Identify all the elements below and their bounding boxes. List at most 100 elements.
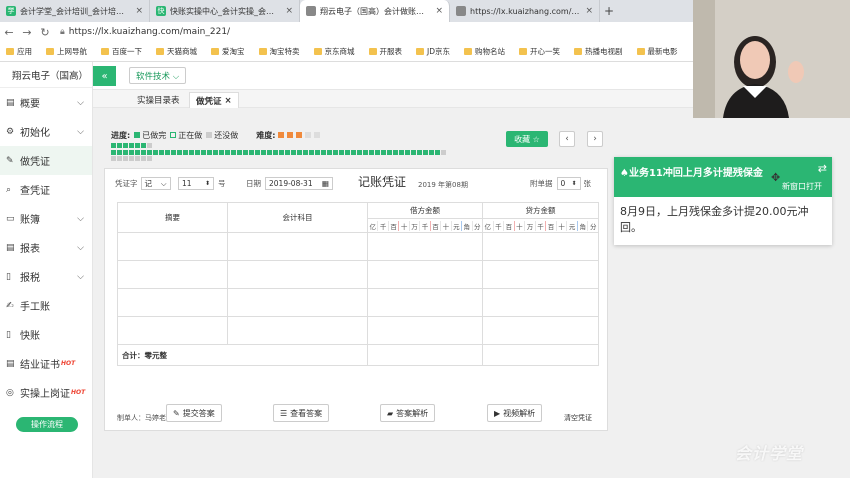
progress-block-done[interactable] [147, 150, 152, 155]
progress-block-done[interactable] [351, 150, 356, 155]
progress-block-done[interactable] [195, 150, 200, 155]
answer-analysis-button[interactable]: ▰ 答案解析 [380, 404, 436, 422]
flow-button[interactable]: 操作流程 [16, 417, 78, 432]
sidebar-item-3[interactable]: ⌕ 查凭证 [0, 175, 92, 204]
bookmark-0[interactable]: 应用 [6, 46, 32, 57]
progress-block-done[interactable] [165, 150, 170, 155]
progress-block-todo[interactable] [141, 156, 146, 161]
tab-catalog[interactable]: 实操目录表 [131, 92, 186, 108]
progress-block-done[interactable] [279, 150, 284, 155]
software-menu[interactable]: 软件技术 ⌵ [129, 67, 187, 84]
sidebar-item-5[interactable]: ▤ 报表 ⌵ [0, 233, 92, 262]
close-tab-icon[interactable]: × [585, 6, 593, 16]
view-answer-button[interactable]: ☰ 查看答案 [273, 404, 330, 422]
progress-block-done[interactable] [357, 150, 362, 155]
progress-block-done[interactable] [309, 150, 314, 155]
debit-cell[interactable] [367, 260, 483, 289]
forward-icon[interactable]: → [18, 26, 36, 39]
account-cell[interactable] [227, 260, 368, 289]
progress-block-done[interactable] [339, 150, 344, 155]
tab-voucher[interactable]: 做凭证 × [189, 92, 239, 108]
browser-tab-1[interactable]: 快快账实操中心_会计实操_会计做账 × [150, 0, 300, 22]
progress-block-done[interactable] [423, 150, 428, 155]
progress-block-done[interactable] [231, 150, 236, 155]
progress-block-done[interactable] [111, 150, 116, 155]
submit-answer-button[interactable]: ✎ 提交答案 [166, 404, 222, 422]
bookmark-7[interactable]: 开服表 [368, 46, 402, 57]
summary-cell[interactable] [117, 288, 228, 317]
progress-block-done[interactable] [153, 150, 158, 155]
progress-block-done[interactable] [243, 150, 248, 155]
progress-block-done[interactable] [345, 150, 350, 155]
progress-block-doing[interactable] [147, 143, 152, 148]
account-cell[interactable] [227, 232, 368, 261]
progress-block-doing[interactable] [117, 156, 122, 161]
progress-block-done[interactable] [303, 150, 308, 155]
progress-block-done[interactable] [387, 150, 392, 155]
progress-block-done[interactable] [315, 150, 320, 155]
progress-block-doing[interactable] [441, 150, 446, 155]
sidebar-item-7[interactable]: ✍ 手工账 [0, 291, 92, 320]
progress-block-done[interactable] [123, 150, 128, 155]
voucher-word-select[interactable]: 记 ⌵ [140, 177, 171, 190]
browser-tab-2[interactable]: 翔云电子（国高）会计做账会计 × [300, 0, 450, 22]
progress-block-done[interactable] [129, 143, 134, 148]
progress-block-done[interactable] [273, 150, 278, 155]
progress-block-done[interactable] [261, 150, 266, 155]
progress-block-todo[interactable] [147, 156, 152, 161]
progress-block-done[interactable] [201, 150, 206, 155]
attachment-count-input[interactable]: 0 ⬍ [556, 177, 581, 190]
bookmark-9[interactable]: 购物名站 [464, 46, 505, 57]
collapse-sidebar-button[interactable]: « [93, 66, 116, 86]
credit-cell[interactable] [482, 316, 599, 345]
progress-block-done[interactable] [111, 143, 116, 148]
swap-icon[interactable]: ⇄ [818, 162, 827, 175]
close-tab-icon[interactable]: × [224, 96, 231, 106]
progress-block-done[interactable] [285, 150, 290, 155]
reload-icon[interactable]: ↻ [36, 26, 54, 39]
sidebar-item-1[interactable]: ⚙ 初始化 ⌵ [0, 117, 92, 146]
progress-block-done[interactable] [327, 150, 332, 155]
back-icon[interactable]: ← [0, 26, 18, 39]
bookmark-10[interactable]: 开心一笑 [519, 46, 560, 57]
progress-block-done[interactable] [129, 150, 134, 155]
progress-block-doing[interactable] [123, 156, 128, 161]
account-cell[interactable] [227, 316, 368, 345]
progress-block-done[interactable] [405, 150, 410, 155]
progress-block-done[interactable] [375, 150, 380, 155]
progress-block-done[interactable] [255, 150, 260, 155]
progress-block-done[interactable] [435, 150, 440, 155]
sidebar-item-2[interactable]: ✎ 做凭证 [0, 146, 92, 175]
next-page-button[interactable]: › [587, 131, 603, 147]
address-bar[interactable]: 🔒︎ https://lx.kuaizhang.com/main_221/ [60, 27, 230, 37]
progress-block-done[interactable] [219, 150, 224, 155]
progress-block-done[interactable] [249, 150, 254, 155]
sidebar-item-10[interactable]: ◎ 实操上岗证 HOT [0, 378, 92, 407]
voucher-date-input[interactable]: 2019-08-31 ▦ [265, 177, 333, 190]
credit-cell[interactable] [482, 288, 599, 317]
debit-cell[interactable] [367, 316, 483, 345]
progress-block-done[interactable] [117, 143, 122, 148]
bookmark-4[interactable]: 爱淘宝 [211, 46, 245, 57]
sidebar-item-4[interactable]: ▭ 账簿 ⌵ [0, 204, 92, 233]
prev-page-button[interactable]: ‹ [559, 131, 575, 147]
progress-block-done[interactable] [213, 150, 218, 155]
close-tab-icon[interactable]: × [135, 6, 143, 16]
close-tab-icon[interactable]: × [285, 6, 293, 16]
credit-cell[interactable] [482, 232, 599, 261]
progress-block-done[interactable] [411, 150, 416, 155]
progress-block-done[interactable] [369, 150, 374, 155]
bookmark-2[interactable]: 百度一下 [101, 46, 142, 57]
progress-block-done[interactable] [189, 150, 194, 155]
account-cell[interactable] [227, 288, 368, 317]
progress-block-done[interactable] [177, 150, 182, 155]
bookmark-8[interactable]: JD京东 [416, 46, 450, 57]
progress-block-done[interactable] [429, 150, 434, 155]
progress-block-done[interactable] [237, 150, 242, 155]
bookmark-3[interactable]: 天猫商城 [156, 46, 197, 57]
progress-block-done[interactable] [117, 150, 122, 155]
video-analysis-button[interactable]: ▶ 视频解析 [487, 404, 543, 422]
progress-block-done[interactable] [291, 150, 296, 155]
progress-block-done[interactable] [399, 150, 404, 155]
close-tab-icon[interactable]: × [435, 6, 443, 16]
